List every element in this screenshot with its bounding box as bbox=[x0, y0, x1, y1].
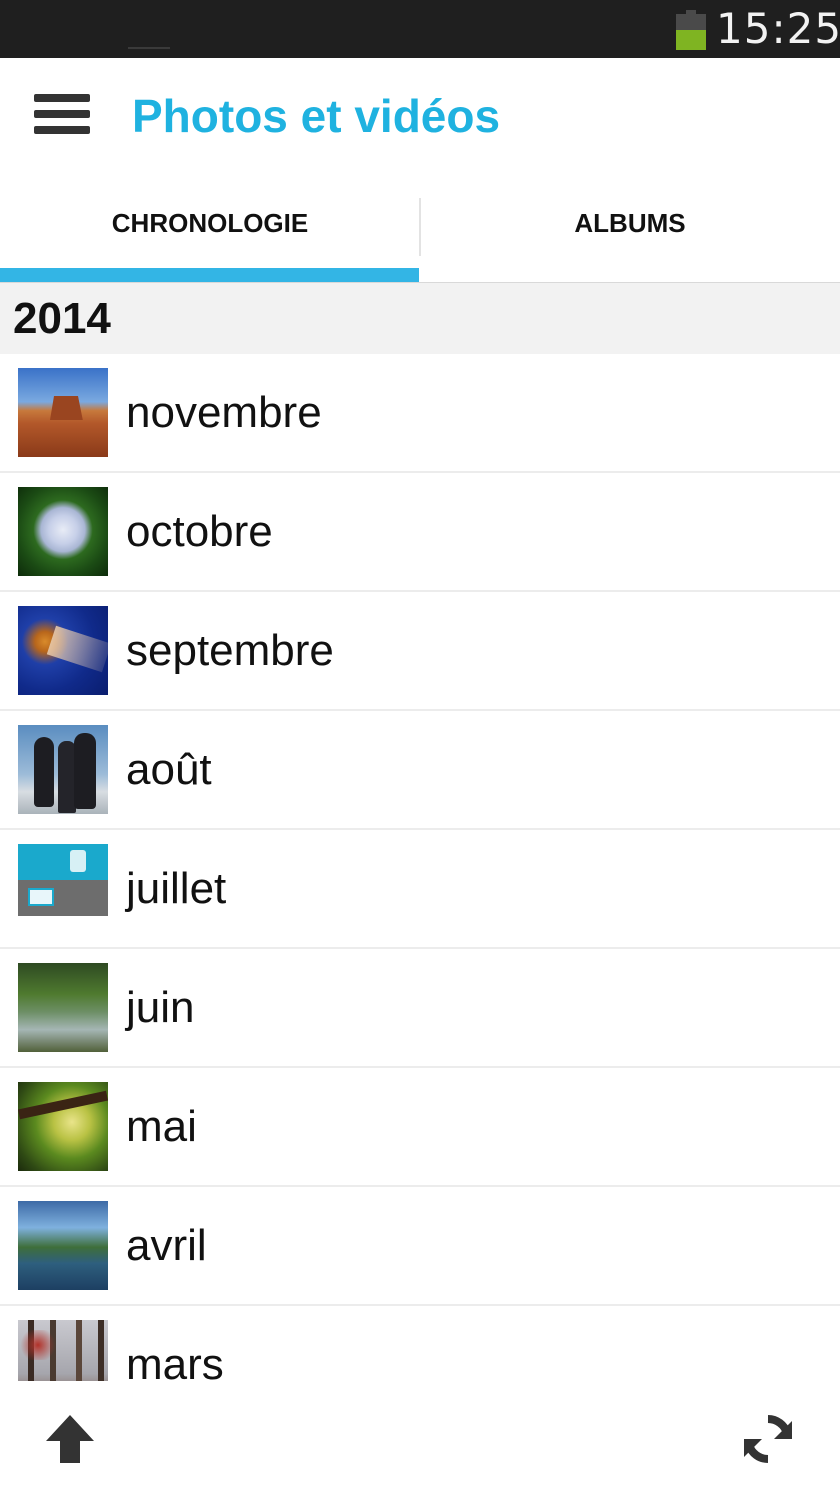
screenshot-thumbnail bbox=[18, 844, 108, 933]
tab-albums[interactable]: ALBUMS bbox=[420, 170, 840, 282]
list-item-novembre[interactable]: novembre bbox=[0, 354, 840, 473]
app-bar: Photos et vidéos bbox=[0, 58, 840, 170]
tab-bar: CHRONOLOGIE ALBUMS bbox=[0, 170, 840, 283]
month-label: mai bbox=[126, 1102, 197, 1151]
month-label: juin bbox=[126, 983, 195, 1032]
green-forest-thumbnail bbox=[18, 1082, 108, 1171]
jellyfish-thumbnail bbox=[18, 606, 108, 695]
penguins-thumbnail bbox=[18, 725, 108, 814]
list-item-mai[interactable]: mai bbox=[0, 1068, 840, 1187]
hamburger-menu-icon[interactable] bbox=[22, 84, 102, 144]
month-list[interactable]: novembre octobre septembre août juillet … bbox=[0, 354, 840, 1381]
list-item-juin[interactable]: juin bbox=[0, 949, 840, 1068]
misty-trees-thumbnail bbox=[18, 1320, 108, 1381]
notification-indicator bbox=[128, 47, 170, 49]
month-label: novembre bbox=[126, 388, 322, 437]
tab-chronologie[interactable]: CHRONOLOGIE bbox=[0, 170, 420, 282]
tab-selected-indicator bbox=[0, 268, 419, 282]
battery-icon bbox=[676, 10, 706, 50]
page-title: Photos et vidéos bbox=[132, 90, 501, 142]
month-label: août bbox=[126, 745, 212, 794]
year-label: 2014 bbox=[13, 294, 111, 343]
month-label: mars bbox=[126, 1340, 224, 1381]
month-label: avril bbox=[126, 1221, 207, 1270]
status-bar: 15:25 bbox=[0, 0, 840, 58]
list-item-octobre[interactable]: octobre bbox=[0, 473, 840, 592]
status-time: 15:25 bbox=[716, 4, 840, 53]
list-item-avril[interactable]: avril bbox=[0, 1187, 840, 1306]
forest-stream-thumbnail bbox=[18, 963, 108, 1052]
list-item-aout[interactable]: août bbox=[0, 711, 840, 830]
hydrangea-thumbnail bbox=[18, 487, 108, 576]
year-section-header: 2014 bbox=[0, 283, 840, 354]
month-label: septembre bbox=[126, 626, 334, 675]
month-label: octobre bbox=[126, 507, 273, 556]
sync-icon[interactable] bbox=[736, 1407, 800, 1471]
list-item-mars[interactable]: mars bbox=[0, 1306, 840, 1381]
lake-thumbnail bbox=[18, 1201, 108, 1290]
month-label: juillet bbox=[126, 864, 227, 913]
upload-arrow-icon[interactable] bbox=[38, 1407, 102, 1471]
list-item-septembre[interactable]: septembre bbox=[0, 592, 840, 711]
bottom-action-bar bbox=[0, 1381, 840, 1493]
desert-buttes-thumbnail bbox=[18, 368, 108, 457]
list-item-juillet[interactable]: juillet bbox=[0, 830, 840, 949]
